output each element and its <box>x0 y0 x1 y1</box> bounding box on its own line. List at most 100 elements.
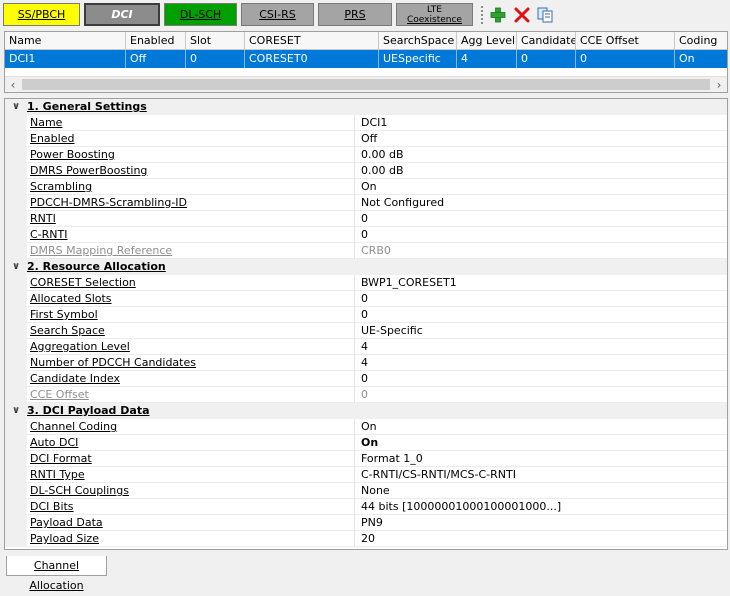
lte-coexistence-tab-button[interactable]: LTE Coexistence <box>396 3 473 26</box>
property-row-dmrs-power-boosting[interactable]: DMRS PowerBoosting 0.00 dB <box>5 163 727 179</box>
property-row-payload-data[interactable]: Payload Data PN9 <box>5 515 727 531</box>
cell-cce-offset: 0 <box>576 50 675 68</box>
cell-coreset: CORESET0 <box>245 50 379 68</box>
property-row-dl-sch-couplings[interactable]: DL-SCH Couplings None <box>5 483 727 499</box>
property-name: Payload Size <box>27 531 355 547</box>
column-header-coding[interactable]: Coding <box>675 32 727 50</box>
delete-icon[interactable] <box>513 6 531 24</box>
property-row-allocated-slots[interactable]: Allocated Slots 0 <box>5 291 727 307</box>
property-grid: ∨ 1. General Settings Name DCI1 Enabled Of… <box>4 98 728 550</box>
csi-rs-tab-button[interactable]: CSI-RS <box>241 3 314 26</box>
dl-sch-tab-button[interactable]: DL-SCH <box>164 3 237 26</box>
category-general-settings[interactable]: ∨ 1. General Settings <box>5 99 727 115</box>
column-header-searchspace[interactable]: SearchSpace <box>379 32 457 50</box>
property-row-payload-size[interactable]: Payload Size 20 <box>5 531 727 547</box>
property-value[interactable]: None <box>355 483 727 499</box>
property-row-first-symbol[interactable]: First Symbol 0 <box>5 307 727 323</box>
property-value[interactable]: On <box>355 179 727 195</box>
toolbar-grip <box>481 6 483 24</box>
column-header-slot[interactable]: Slot <box>186 32 245 50</box>
property-value[interactable]: 44 bits [10000001000100001000...] <box>355 499 727 515</box>
property-name: Name <box>27 115 355 131</box>
property-value[interactable]: 0.00 dB <box>355 147 727 163</box>
cell-searchspace: UESpecific <box>379 50 457 68</box>
column-header-candidate[interactable]: Candidate <box>517 32 576 50</box>
property-value[interactable]: Format 1_0 <box>355 451 727 467</box>
property-value[interactable]: 0.00 dB <box>355 163 727 179</box>
property-name: Power Boosting <box>27 147 355 163</box>
scroll-right-icon[interactable]: › <box>711 77 727 93</box>
property-row-candidate-index[interactable]: Candidate Index 0 <box>5 371 727 387</box>
property-row-dci-format[interactable]: DCI Format Format 1_0 <box>5 451 727 467</box>
property-row-name[interactable]: Name DCI1 <box>5 115 727 131</box>
property-value[interactable]: PN9 <box>355 515 727 531</box>
property-row-channel-coding[interactable]: Channel Coding On <box>5 419 727 435</box>
property-row-enabled[interactable]: Enabled Off <box>5 131 727 147</box>
cell-enabled: Off <box>126 50 186 68</box>
collapse-chevron-icon[interactable]: ∨ <box>5 403 27 419</box>
property-value[interactable]: DCI1 <box>355 115 727 131</box>
column-header-name[interactable]: Name <box>5 32 126 50</box>
ss-pbch-tab-button[interactable]: SS/PBCH <box>3 3 80 26</box>
property-value[interactable]: C-RNTI/CS-RNTI/MCS-C-RNTI <box>355 467 727 483</box>
tab-channel-allocation[interactable]: Channel Allocation <box>6 556 107 592</box>
property-row-dmrs-mapping-reference: DMRS Mapping Reference CRB0 <box>5 243 727 259</box>
property-value[interactable]: Not Configured <box>355 195 727 211</box>
category-title: 1. General Settings <box>27 100 147 113</box>
property-name: Enabled <box>27 131 355 147</box>
property-value[interactable]: On <box>355 435 727 451</box>
property-value[interactable]: 4 <box>355 339 727 355</box>
property-row-scrambling[interactable]: Scrambling On <box>5 179 727 195</box>
cell-name: DCI1 <box>5 50 126 68</box>
property-name: Channel Coding <box>27 419 355 435</box>
lte-coexistence-label-line1: LTE <box>427 4 442 15</box>
property-value[interactable]: UE-Specific <box>355 323 727 339</box>
scroll-left-icon[interactable]: ‹ <box>5 77 21 93</box>
property-value[interactable]: 20 <box>355 531 727 547</box>
property-row-search-space[interactable]: Search Space UE-Specific <box>5 323 727 339</box>
property-name: Auto DCI <box>27 435 355 451</box>
property-name: Aggregation Level <box>27 339 355 355</box>
property-row-coreset-selection[interactable]: CORESET Selection BWP1_CORESET1 <box>5 275 727 291</box>
category-dci-payload-data[interactable]: ∨ 3. DCI Payload Data <box>5 403 727 419</box>
property-value[interactable]: 0 <box>355 211 727 227</box>
property-value[interactable]: BWP1_CORESET1 <box>355 275 727 291</box>
property-value[interactable]: On <box>355 419 727 435</box>
scrollbar-thumb[interactable] <box>22 79 710 90</box>
property-value[interactable]: Off <box>355 131 727 147</box>
dci-table: Name Enabled Slot CORESET SearchSpace Ag… <box>4 31 728 93</box>
property-value[interactable]: 4 <box>355 355 727 371</box>
dci-tab-button[interactable]: DCI <box>84 3 160 26</box>
column-header-coreset[interactable]: CORESET <box>245 32 379 50</box>
property-row-power-boosting[interactable]: Power Boosting 0.00 dB <box>5 147 727 163</box>
property-name: Number of PDCCH Candidates <box>27 355 355 371</box>
property-row-rnti-type[interactable]: RNTI Type C-RNTI/CS-RNTI/MCS-C-RNTI <box>5 467 727 483</box>
table-row[interactable]: DCI1 Off 0 CORESET0 UESpecific 4 0 0 On <box>5 50 727 68</box>
property-name: C-RNTI <box>27 227 355 243</box>
property-value[interactable]: 0 <box>355 371 727 387</box>
copy-icon[interactable] <box>536 6 554 24</box>
property-name: DCI Bits <box>27 499 355 515</box>
column-header-cce-offset[interactable]: CCE Offset <box>576 32 675 50</box>
property-row-auto-dci[interactable]: Auto DCI On <box>5 435 727 451</box>
property-row-rnti[interactable]: RNTI 0 <box>5 211 727 227</box>
property-value[interactable]: 0 <box>355 291 727 307</box>
horizontal-scrollbar[interactable]: ‹ › <box>5 76 727 92</box>
channel-toolbar: SS/PBCH DCI DL-SCH CSI-RS PRS LTE Coexis… <box>0 0 730 31</box>
add-icon[interactable] <box>489 6 507 24</box>
property-row-number-of-pdcch-candidates[interactable]: Number of PDCCH Candidates 4 <box>5 355 727 371</box>
property-value[interactable]: 0 <box>355 307 727 323</box>
property-name: RNTI <box>27 211 355 227</box>
property-row-aggregation-level[interactable]: Aggregation Level 4 <box>5 339 727 355</box>
column-header-agg-level[interactable]: Agg Level <box>457 32 517 50</box>
property-row-pdcch-dmrs-scrambling-id[interactable]: PDCCH-DMRS-Scrambling-ID Not Configured <box>5 195 727 211</box>
property-name: DMRS Mapping Reference <box>27 243 355 259</box>
collapse-chevron-icon[interactable]: ∨ <box>5 99 27 115</box>
collapse-chevron-icon[interactable]: ∨ <box>5 259 27 275</box>
prs-tab-button[interactable]: PRS <box>318 3 392 26</box>
property-value[interactable]: 0 <box>355 227 727 243</box>
property-row-dci-bits[interactable]: DCI Bits 44 bits [10000001000100001000...… <box>5 499 727 515</box>
column-header-enabled[interactable]: Enabled <box>126 32 186 50</box>
property-row-c-rnti[interactable]: C-RNTI 0 <box>5 227 727 243</box>
category-resource-allocation[interactable]: ∨ 2. Resource Allocation <box>5 259 727 275</box>
